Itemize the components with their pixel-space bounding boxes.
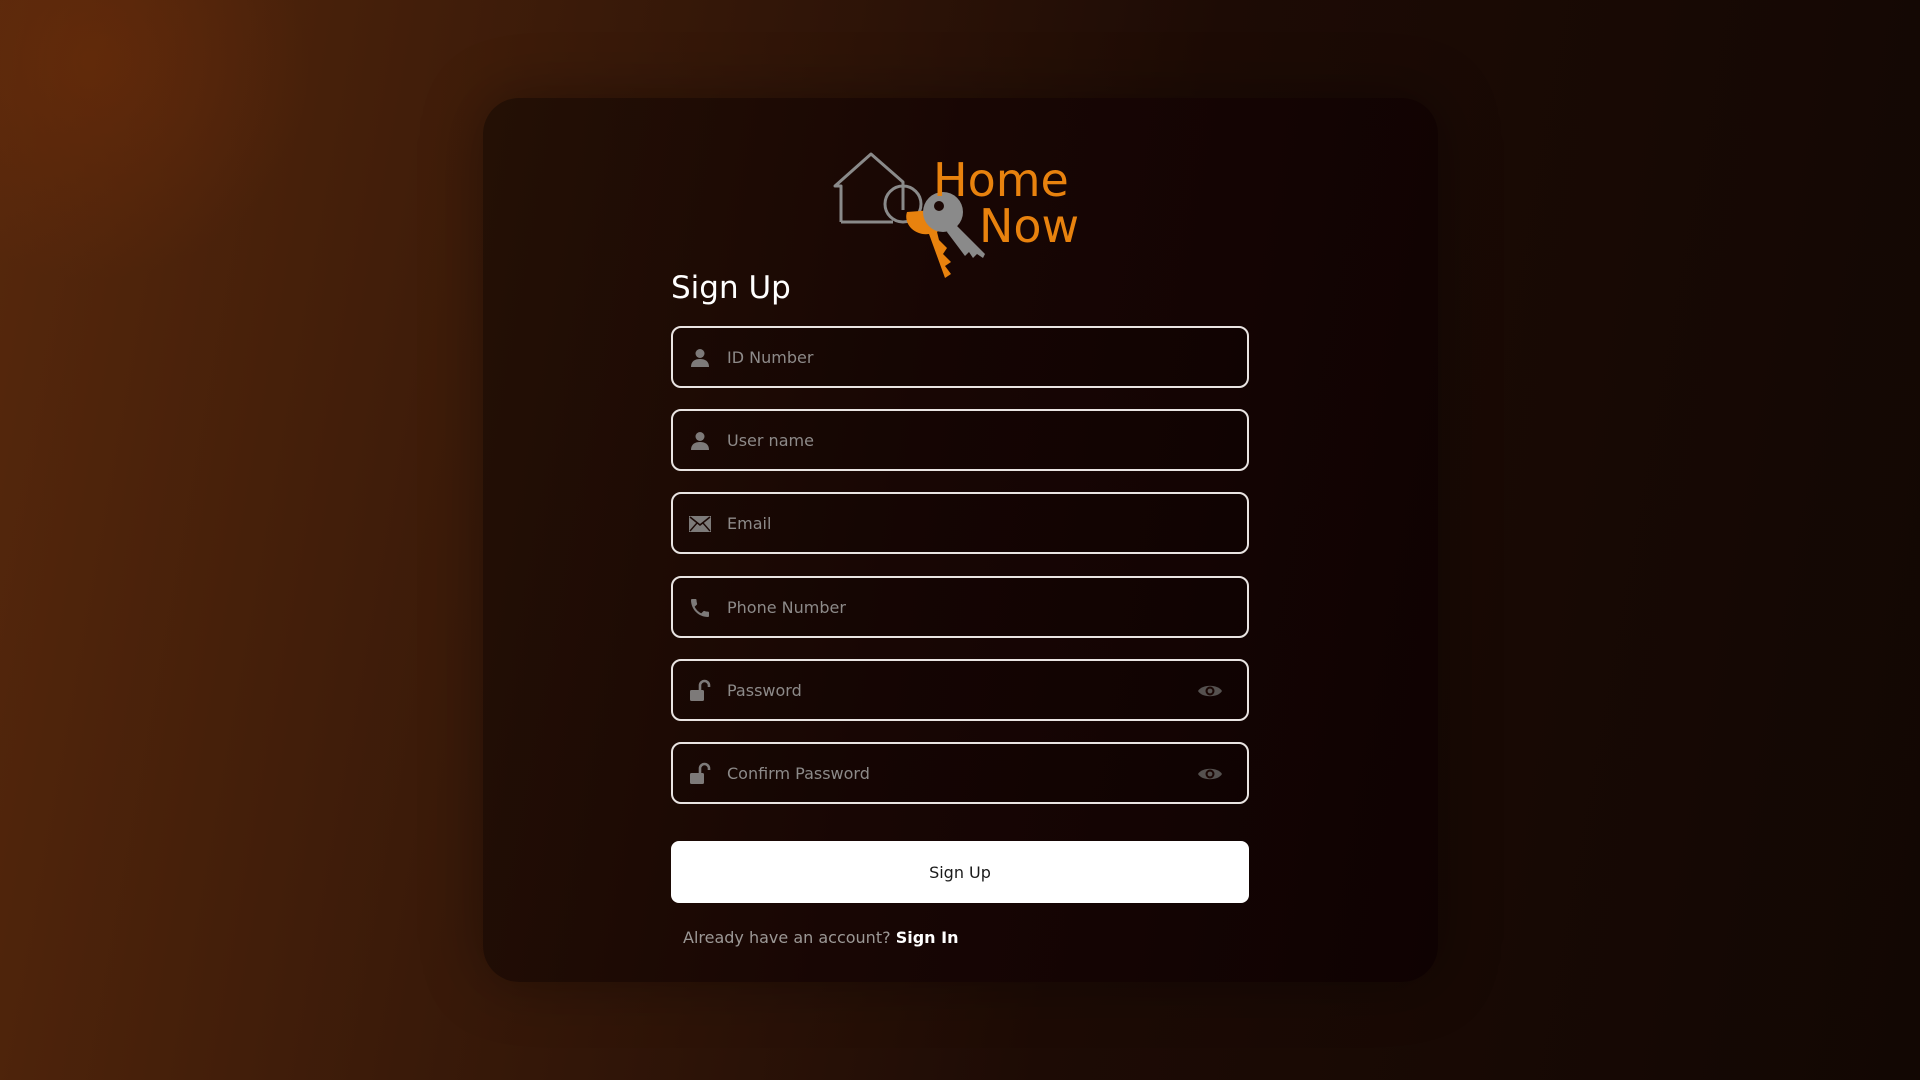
phone-input[interactable] <box>727 578 1187 636</box>
email-input[interactable] <box>727 494 1187 552</box>
envelope-icon <box>688 512 712 536</box>
user-icon <box>688 346 712 370</box>
password-input[interactable] <box>727 661 1187 719</box>
id-number-input[interactable] <box>727 328 1187 386</box>
email-field[interactable] <box>671 492 1249 554</box>
id-number-field[interactable] <box>671 326 1249 388</box>
brand-line2: Now <box>979 199 1079 253</box>
confirm-password-input[interactable] <box>727 744 1187 802</box>
unlock-icon <box>688 679 712 703</box>
eye-icon[interactable] <box>1197 764 1223 784</box>
phone-icon <box>688 596 712 620</box>
already-account-text: Already have an account? <box>683 928 891 947</box>
unlock-icon <box>688 762 712 786</box>
phone-field[interactable] <box>671 576 1249 638</box>
username-input[interactable] <box>727 411 1187 469</box>
sign-up-button[interactable]: Sign Up <box>671 841 1249 903</box>
eye-icon[interactable] <box>1197 681 1223 701</box>
home-now-logo: Home Now <box>833 146 1083 284</box>
signup-card: Home Now Sign Up ID Number User name Ema… <box>483 98 1438 982</box>
page-title: Sign Up <box>671 270 791 306</box>
username-field[interactable] <box>671 409 1249 471</box>
sign-in-prompt: Already have an account? Sign In <box>683 928 958 947</box>
sign-in-link[interactable]: Sign In <box>896 928 959 947</box>
confirm-password-field[interactable] <box>671 742 1249 804</box>
password-field[interactable] <box>671 659 1249 721</box>
user-icon <box>688 429 712 453</box>
